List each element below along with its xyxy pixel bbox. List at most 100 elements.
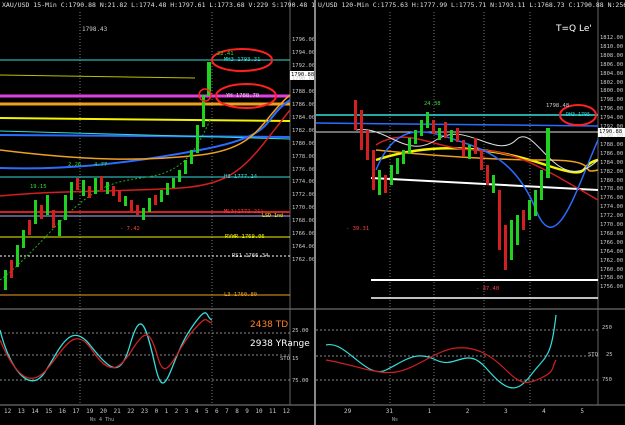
y-tick-120min-9: 1794.00	[600, 115, 624, 122]
x-tick-15min-10: 23	[140, 408, 149, 415]
y-tick-15min-9: 1778.00	[292, 153, 316, 160]
label-n477: 4.77	[94, 162, 108, 168]
x-tick-15min-0: 12	[4, 408, 12, 415]
y-tick-15min-17: 1762.00	[292, 257, 316, 264]
chart-title-right: T=Q Le'	[556, 24, 592, 34]
x-tick-15min-17: 6	[215, 408, 219, 415]
y-tick-120min-28: 1756.00	[600, 284, 624, 291]
y-tick-15min-10: 1776.00	[292, 166, 316, 173]
label-lsd: LSD 1nd	[262, 213, 284, 219]
x-tick-15min-9: 22	[127, 408, 135, 415]
y-tick-15min-8: 1780.00	[292, 140, 316, 147]
x-axis-15min: 12 13 14 15 16 17 19 20 21 22 23 0 1 2 3 4 5 6 7 8 9 10 11 12	[4, 408, 290, 415]
chart-panel-15min[interactable]: XAU/USD 15-Min C:1790.88 N:21.82 L:1774.…	[0, 0, 316, 425]
x-tick-15min-12: 1	[164, 408, 169, 415]
y-tick-120min-18: 1776.00	[600, 195, 624, 202]
chart-120min-canvas[interactable]	[316, 0, 625, 425]
y-tick-15min-12: 1772.00	[292, 192, 316, 199]
x-sub-120min: Ns	[392, 417, 399, 423]
label-yh: YH 1788.70	[226, 93, 260, 99]
y-tick-120min-26: 1760.00	[600, 266, 624, 273]
y-tick-120min-25: 1762.00	[600, 257, 624, 264]
osc-tick-r2: 25	[606, 352, 613, 358]
x-tick-120min-6: 5	[580, 408, 584, 415]
y-tick-15min-0: 1796.00	[292, 37, 316, 43]
osc-tick-r3: 750	[602, 377, 612, 383]
y-tick-120min-1: 1810.00	[600, 43, 624, 50]
label-h3: H3 1777.14	[224, 174, 258, 180]
y-tick-120min-21: 1770.00	[600, 222, 624, 229]
y-tick-120min-0: 1812.00	[600, 35, 624, 41]
osc-tick-3: 75.00	[292, 378, 309, 384]
y-tick-120min-19: 1774.00	[600, 204, 624, 211]
x-tick-15min-21: 10	[255, 408, 263, 415]
current-price-15min: 1790.88	[291, 72, 315, 78]
label-3740: - 37.40	[476, 286, 500, 292]
label-ml3: ML3(1772.21)	[224, 209, 264, 215]
x-tick-15min-15: 4	[194, 408, 199, 415]
x-tick-15min-23: 12	[282, 408, 290, 415]
y-tick-120min-22: 1768.00	[600, 230, 624, 237]
x-tick-15min-13: 2	[174, 408, 179, 415]
osc-tick-r1: 250	[602, 325, 612, 331]
y-tick-15min-2: 1792.00	[292, 62, 316, 69]
y-tick-120min-7: 1798.00	[600, 97, 624, 104]
x-tick-120min-3: 2	[465, 408, 470, 415]
label-yrange: 2938 YRange	[250, 339, 310, 349]
x-tick-15min-1: 13	[17, 408, 25, 415]
label-2438: 24.38	[424, 101, 441, 107]
y-tick-15min-14: 1768.00	[292, 218, 316, 225]
y-tick-120min-5: 1802.00	[600, 79, 624, 86]
x-tick-120min-1: 31	[385, 408, 394, 415]
x-tick-15min-20: 9	[245, 408, 249, 415]
y-tick-15min-6: 1784.00	[292, 114, 316, 121]
y-tick-120min-23: 1766.00	[600, 239, 624, 246]
chart-panel-120min[interactable]: U/USD 120-Min C:1775.63 H:1777.99 L:1775…	[316, 0, 625, 425]
price-top-right: 1798.48	[546, 103, 570, 109]
y-tick-15min-1: 1794.00	[292, 49, 316, 56]
y-axis-120min: 1812.00 1810.00 1808.00 1806.00 1804.00 1802.…	[600, 34, 625, 292]
x-axis-120min: 29 31 1 2 3 4 5	[344, 408, 584, 415]
osc-tick-2: 15	[292, 356, 299, 362]
y-tick-120min-17: 1778.00	[600, 186, 624, 193]
label-n742: - 7.42	[120, 226, 140, 232]
y-tick-15min-11: 1774.00	[292, 179, 316, 186]
x-tick-15min-7: 20	[99, 408, 108, 415]
y-tick-120min-8: 1796.00	[600, 106, 624, 113]
y-tick-120min-4: 1804.00	[600, 70, 624, 77]
x-tick-15min-22: 11	[269, 408, 277, 415]
x-tick-15min-14: 3	[184, 408, 189, 415]
y-tick-120min-14: 1784.00	[600, 159, 624, 166]
y-tick-15min-13: 1770.00	[292, 205, 316, 212]
label-mh3: MH3 1793.31	[224, 57, 261, 63]
label-n226: 2.26	[68, 162, 82, 168]
label-rs1: RS1 1766.34	[232, 253, 269, 259]
x-tick-120min-2: 1	[427, 408, 432, 415]
label-3931: - 39.31	[346, 226, 370, 232]
x-sub-15min: Ns 4 Thu	[90, 417, 115, 423]
y-tick-15min-7: 1782.00	[292, 127, 316, 134]
y-axis-15min: 1796.00 1794.00 1792.00 1790.00 1788.00 1786.…	[292, 34, 314, 267]
x-tick-120min-5: 4	[542, 408, 546, 415]
x-tick-15min-2: 14	[31, 408, 39, 415]
x-tick-15min-19: 8	[235, 408, 239, 415]
y-tick-120min-13: 1786.00	[600, 150, 624, 157]
current-price-120min: 1790.88	[599, 129, 623, 135]
label-n1915: 19.15	[30, 184, 47, 190]
label-l3: L3 1760.80	[224, 292, 258, 298]
y-tick-120min-6: 1800.00	[600, 88, 624, 95]
x-tick-15min-5: 17	[72, 408, 80, 415]
y-tick-15min-4: 1788.00	[292, 88, 316, 95]
y-tick-15min-15: 1766.00	[292, 231, 316, 238]
x-tick-120min-4: 3	[503, 408, 508, 415]
x-tick-15min-4: 16	[58, 408, 66, 415]
y-tick-15min-5: 1786.00	[292, 101, 316, 108]
label-td: 2438 TD	[250, 320, 289, 330]
y-tick-15min-16: 1764.00	[292, 244, 316, 251]
y-tick-120min-16: 1780.00	[600, 177, 624, 184]
label-rvwr: RVWR 1769.06	[225, 234, 265, 240]
x-tick-15min-8: 21	[113, 408, 121, 415]
x-tick-120min-0: 29	[344, 408, 352, 415]
y-tick-120min-2: 1808.00	[600, 52, 624, 59]
x-tick-15min-16: 5	[204, 408, 209, 415]
